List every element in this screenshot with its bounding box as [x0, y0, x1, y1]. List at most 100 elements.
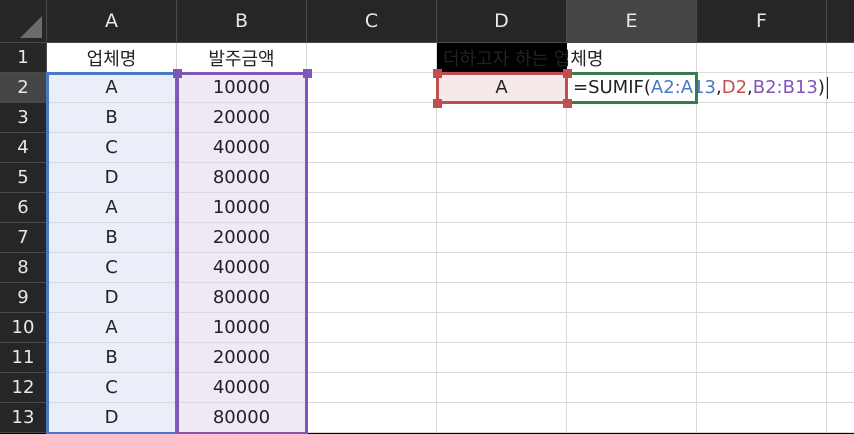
row-header-9[interactable]: 9 — [0, 283, 47, 313]
row-header-7[interactable]: 7 — [0, 223, 47, 253]
cell-B13[interactable]: 80000 — [177, 403, 307, 433]
cell-A7[interactable]: B — [47, 223, 177, 253]
cell-G1[interactable] — [827, 43, 854, 73]
cell-F6[interactable] — [697, 193, 827, 223]
cell-D3[interactable] — [437, 103, 567, 133]
column-header-E[interactable]: E — [567, 0, 697, 43]
cell-E5[interactable] — [567, 163, 697, 193]
cell-D11[interactable] — [437, 343, 567, 373]
column-header-C[interactable]: C — [307, 0, 437, 43]
cell-E13[interactable] — [567, 403, 697, 433]
cell-F10[interactable] — [697, 313, 827, 343]
cell-G3[interactable] — [827, 103, 854, 133]
cell-A12[interactable]: C — [47, 373, 177, 403]
cell-G4[interactable] — [827, 133, 854, 163]
cell-C8[interactable] — [307, 253, 437, 283]
cell-E11[interactable] — [567, 343, 697, 373]
cell-B5[interactable]: 80000 — [177, 163, 307, 193]
column-header-A[interactable]: A — [47, 0, 177, 43]
cell-A13[interactable]: D — [47, 403, 177, 433]
cell-F7[interactable] — [697, 223, 827, 253]
cell-E4[interactable] — [567, 133, 697, 163]
cell-C6[interactable] — [307, 193, 437, 223]
cell-B12[interactable]: 40000 — [177, 373, 307, 403]
cell-G10[interactable] — [827, 313, 854, 343]
cell-C11[interactable] — [307, 343, 437, 373]
cell-A4[interactable]: C — [47, 133, 177, 163]
row-header-3[interactable]: 3 — [0, 103, 47, 133]
cell-D12[interactable] — [437, 373, 567, 403]
cell-F1[interactable] — [697, 43, 827, 73]
cell-A5[interactable]: D — [47, 163, 177, 193]
cell-E2-editing[interactable]: =SUMIF(A2:A13,D2,B2:B13) — [567, 73, 828, 103]
cell-G11[interactable] — [827, 343, 854, 373]
cell-G7[interactable] — [827, 223, 854, 253]
cell-C3[interactable] — [307, 103, 437, 133]
cell-G12[interactable] — [827, 373, 854, 403]
row-header-4[interactable]: 4 — [0, 133, 47, 163]
cell-B8[interactable]: 40000 — [177, 253, 307, 283]
cell-B4[interactable]: 40000 — [177, 133, 307, 163]
column-header-B[interactable]: B — [177, 0, 307, 43]
cell-C10[interactable] — [307, 313, 437, 343]
cell-C4[interactable] — [307, 133, 437, 163]
row-header-10[interactable]: 10 — [0, 313, 47, 343]
cell-B6[interactable]: 10000 — [177, 193, 307, 223]
cell-F12[interactable] — [697, 373, 827, 403]
cell-E10[interactable] — [567, 313, 697, 343]
row-header-13[interactable]: 13 — [0, 403, 47, 433]
cell-D4[interactable] — [437, 133, 567, 163]
cell-D13[interactable] — [437, 403, 567, 433]
cell-G2[interactable] — [827, 73, 854, 103]
cell-E12[interactable] — [567, 373, 697, 403]
cell-B3[interactable]: 20000 — [177, 103, 307, 133]
cell-D10[interactable] — [437, 313, 567, 343]
column-header-partial[interactable] — [827, 0, 854, 43]
cell-G6[interactable] — [827, 193, 854, 223]
cell-A2[interactable]: A — [47, 73, 177, 103]
cell-B10[interactable]: 10000 — [177, 313, 307, 343]
cell-F4[interactable] — [697, 133, 827, 163]
cell-F3[interactable] — [697, 103, 827, 133]
row-header-2[interactable]: 2 — [0, 73, 47, 103]
row-header-1[interactable]: 1 — [0, 43, 47, 73]
column-header-F[interactable]: F — [697, 0, 827, 43]
cell-F5[interactable] — [697, 163, 827, 193]
range-d-resize-handle-bl[interactable] — [433, 99, 442, 108]
cell-B9[interactable]: 80000 — [177, 283, 307, 313]
cell-B11[interactable]: 20000 — [177, 343, 307, 373]
range-b-resize-handle-tl[interactable] — [173, 69, 182, 78]
cell-F11[interactable] — [697, 343, 827, 373]
cell-A9[interactable]: D — [47, 283, 177, 313]
cell-G8[interactable] — [827, 253, 854, 283]
cell-A3[interactable]: B — [47, 103, 177, 133]
cell-F9[interactable] — [697, 283, 827, 313]
cell-D6[interactable] — [437, 193, 567, 223]
cell-G13[interactable] — [827, 403, 854, 433]
cell-F8[interactable] — [697, 253, 827, 283]
cell-F13[interactable] — [697, 403, 827, 433]
cell-E3[interactable] — [567, 103, 697, 133]
select-all-button[interactable] — [0, 0, 47, 43]
row-header-8[interactable]: 8 — [0, 253, 47, 283]
cell-D9[interactable] — [437, 283, 567, 313]
cell-D7[interactable] — [437, 223, 567, 253]
row-header-11[interactable]: 11 — [0, 343, 47, 373]
cell-B1[interactable]: 발주금액 — [177, 43, 307, 73]
cell-A6[interactable]: A — [47, 193, 177, 223]
row-header-6[interactable]: 6 — [0, 193, 47, 223]
cell-C7[interactable] — [307, 223, 437, 253]
cell-E7[interactable] — [567, 223, 697, 253]
cell-G5[interactable] — [827, 163, 854, 193]
column-header-D[interactable]: D — [437, 0, 567, 43]
row-header-5[interactable]: 5 — [0, 163, 47, 193]
cell-E9[interactable] — [567, 283, 697, 313]
cell-E6[interactable] — [567, 193, 697, 223]
cell-C13[interactable] — [307, 403, 437, 433]
row-header-12[interactable]: 12 — [0, 373, 47, 403]
cell-G9[interactable] — [827, 283, 854, 313]
cell-C2[interactable] — [307, 73, 437, 103]
cell-C9[interactable] — [307, 283, 437, 313]
cell-B7[interactable]: 20000 — [177, 223, 307, 253]
range-d-resize-handle-tl[interactable] — [433, 69, 442, 78]
